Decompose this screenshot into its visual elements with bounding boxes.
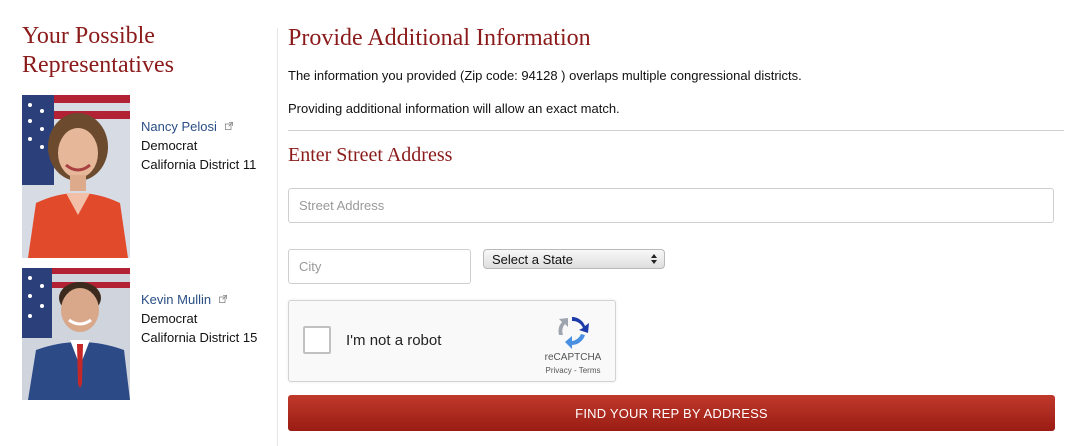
rep-photo <box>22 95 130 258</box>
rep-party: Democrat <box>141 311 198 326</box>
rep-district: California District 11 <box>141 157 257 172</box>
rep-info: Kevin Mullin Democrat California Distric… <box>141 290 257 347</box>
captcha-label: I'm not a robot <box>346 332 442 349</box>
state-select-value: Select a State <box>492 251 573 267</box>
select-arrows-icon <box>651 254 657 264</box>
section-title: Enter Street Address <box>288 144 453 166</box>
captcha-checkbox[interactable] <box>303 326 331 354</box>
sidebar-title: Your Possible Representatives <box>22 23 174 78</box>
external-link-icon[interactable] <box>224 122 233 130</box>
external-link-icon[interactable] <box>218 295 227 303</box>
rep-district: California District 15 <box>141 330 258 345</box>
info-text: The information you provided (Zip code: … <box>288 68 802 83</box>
rep-name-link[interactable]: Kevin Mullin <box>141 292 211 307</box>
main-content: Provide Additional Information The infor… <box>288 22 1066 431</box>
recaptcha-widget: I'm not a robot reCAPTCHA Privacy - Term… <box>288 300 616 382</box>
street-address-input[interactable]: Street Address <box>288 188 1054 223</box>
recaptcha-logo-icon <box>558 317 589 349</box>
find-rep-button[interactable]: FIND YOUR REP BY ADDRESS <box>288 395 1055 431</box>
rep-name-link[interactable]: Nancy Pelosi <box>141 119 217 134</box>
page-title: Provide Additional Information <box>288 25 591 51</box>
rep-info: Nancy Pelosi Democrat California Distric… <box>141 117 256 174</box>
column-divider <box>277 28 278 446</box>
rep-photo <box>22 268 130 400</box>
state-select[interactable]: Select a State <box>483 249 665 269</box>
info-text: Providing additional information will al… <box>288 101 620 116</box>
city-input[interactable]: City <box>288 249 471 284</box>
captcha-brand: reCAPTCHA <box>544 352 602 363</box>
rep-party: Democrat <box>141 138 198 153</box>
representatives-sidebar: Your Possible Representatives Nancy Pelo… <box>22 22 272 400</box>
captcha-links[interactable]: Privacy - Terms <box>531 366 615 375</box>
section-divider <box>288 130 1064 131</box>
